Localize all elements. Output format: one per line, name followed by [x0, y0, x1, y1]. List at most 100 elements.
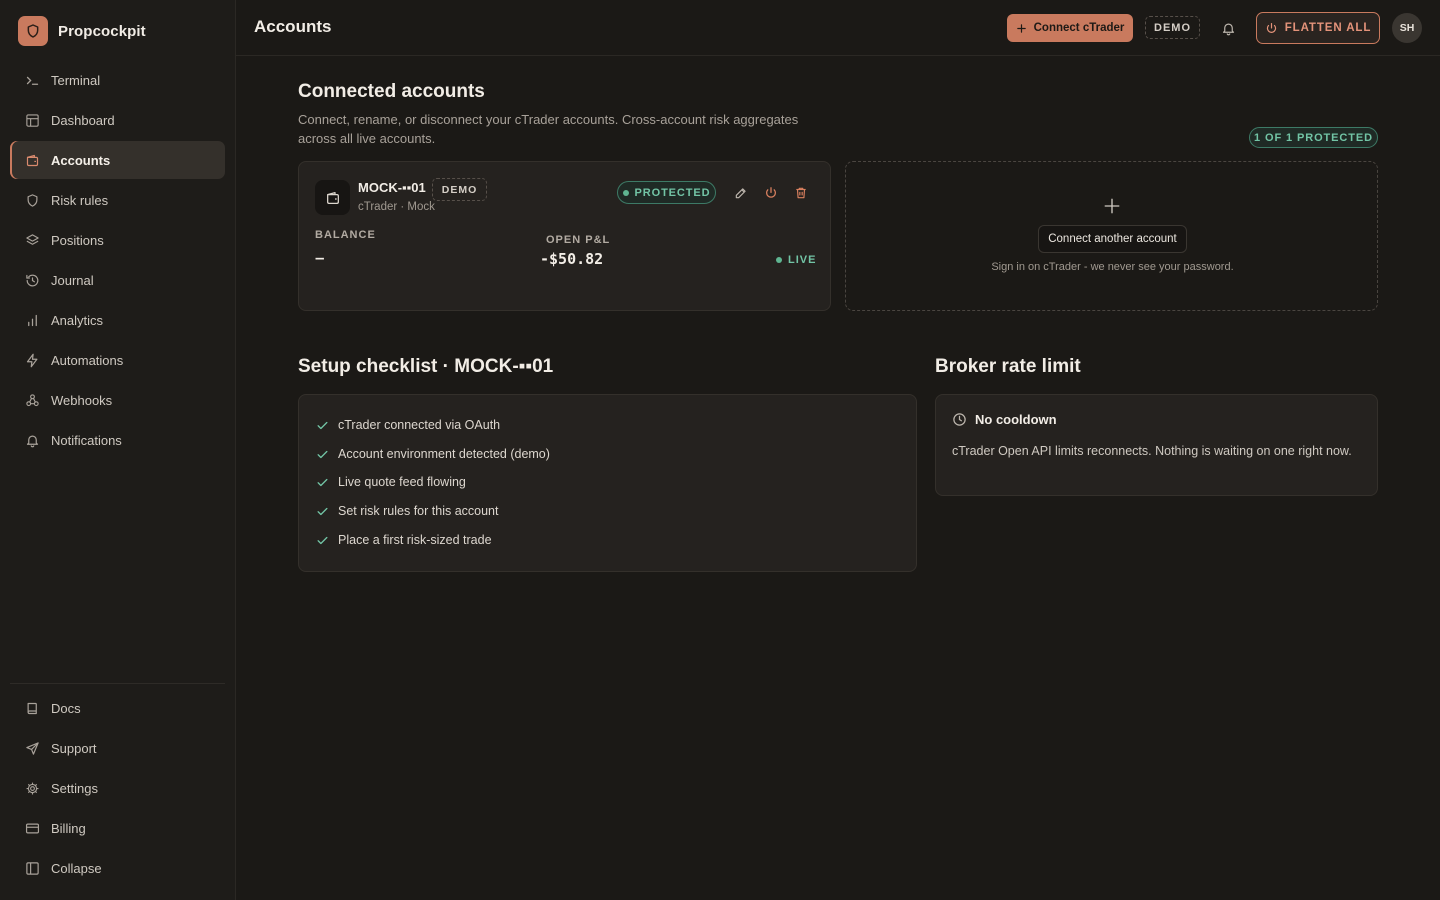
connect-ctrader-button[interactable]: Connect cTrader [1007, 14, 1133, 42]
account-card[interactable]: MOCK-▪▪01 DEMO cTrader · Mock PROTECTED … [298, 161, 831, 311]
power-icon [1266, 22, 1276, 33]
balance-value: – [315, 248, 325, 267]
sidebar-nav: Terminal Dashboard Accounts Risk rules P… [10, 61, 225, 461]
credit-card-icon [24, 820, 40, 836]
sidebar-item-label: Support [51, 740, 97, 756]
dashboard-icon [24, 112, 40, 128]
sidebar-item-label: Notifications [51, 432, 122, 448]
account-status-label: PROTECTED [634, 186, 711, 199]
setup-checklist-title: Setup checklist · MOCK-▪▪01 [298, 356, 554, 377]
sidebar-divider [10, 683, 225, 684]
connect-another-account-button[interactable]: Connect another account [1038, 225, 1187, 253]
add-account-card[interactable]: Connect another account Sign in on cTrad… [845, 161, 1378, 311]
history-icon [24, 272, 40, 288]
layers-icon [24, 232, 40, 248]
sidebar-item-settings[interactable]: Settings [10, 769, 225, 807]
sidebar-item-accounts[interactable]: Accounts [10, 141, 225, 179]
clock-icon [953, 413, 966, 426]
protected-count-badge: 1 OF 1 PROTECTED [1249, 127, 1378, 148]
checklist-item: Live quote feed flowing [316, 475, 466, 489]
sidebar-item-notifications[interactable]: Notifications [10, 421, 225, 459]
rate-limit-status: No cooldown [952, 412, 1057, 427]
live-indicator: LIVE [776, 254, 816, 266]
connected-accounts-subtitle: Connect, rename, or disconnect your cTra… [298, 112, 799, 146]
account-name: MOCK-▪▪01 [358, 180, 426, 195]
power-icon [765, 187, 777, 198]
book-icon [24, 700, 40, 716]
bell-icon [24, 432, 40, 448]
flatten-all-button[interactable]: FLATTEN ALL [1256, 12, 1380, 44]
status-dot [622, 189, 629, 196]
check-icon [317, 421, 328, 429]
checklist-item-label: Account environment detected (demo) [338, 447, 550, 461]
add-account-hint: Sign in on cTrader - we never see your p… [991, 261, 1234, 273]
sidebar-item-label: Positions [51, 232, 104, 248]
rate-limit-status-label: No cooldown [975, 412, 1057, 427]
sidebar-item-label: Collapse [51, 860, 102, 876]
notifications-bell-icon[interactable] [1218, 18, 1238, 38]
sidebar-item-label: Webhooks [51, 392, 113, 408]
delete-account-button[interactable] [791, 183, 811, 203]
plus-icon [1103, 197, 1121, 215]
brand-name: Propcockpit [58, 22, 146, 40]
brand[interactable]: Propcockpit [18, 16, 146, 46]
sidebar-item-label: Docs [51, 700, 81, 716]
top-bar: Accounts Connect cTrader DEMO FLATTEN AL… [236, 0, 1440, 56]
sidebar-item-dashboard[interactable]: Dashboard [10, 101, 225, 139]
webhook-icon [24, 392, 40, 408]
sidebar-item-collapse[interactable]: Collapse [10, 849, 225, 887]
setup-checklist-card: cTrader connected via OAuth Account envi… [298, 394, 917, 572]
sidebar-item-label: Terminal [51, 72, 101, 88]
sidebar-item-risk-rules[interactable]: Risk rules [10, 181, 225, 219]
sidebar-item-webhooks[interactable]: Webhooks [10, 381, 225, 419]
open-pnl-label: OPEN P&L [546, 234, 611, 246]
check-icon [317, 450, 328, 458]
checklist-item: cTrader connected via OAuth [316, 418, 500, 432]
account-status-badge: PROTECTED [617, 181, 716, 204]
rate-limit-card: No cooldown cTrader Open API limits reco… [935, 394, 1378, 496]
sidebar-item-label: Dashboard [51, 112, 115, 128]
account-meta: cTrader · Mock [358, 201, 435, 213]
user-avatar[interactable]: SH [1392, 13, 1422, 43]
open-pnl-value: -$50.82 [540, 250, 604, 268]
sidebar-bottom-nav: Docs Support Settings Billing Collapse [10, 689, 225, 889]
sidebar-item-label: Journal [51, 272, 94, 288]
live-label: LIVE [788, 254, 817, 266]
check-icon [317, 507, 328, 515]
checklist-item: Account environment detected (demo) [316, 447, 550, 461]
sidebar-item-label: Accounts [51, 152, 111, 168]
wallet-icon [24, 152, 40, 168]
page-title: Accounts [254, 17, 332, 36]
live-dot [776, 257, 782, 263]
rate-limit-description: cTrader Open API limits reconnects. Noth… [952, 444, 1352, 458]
environment-badge: DEMO [1145, 16, 1200, 39]
send-icon [24, 740, 40, 756]
sidebar-item-terminal[interactable]: Terminal [10, 61, 225, 99]
sidebar-item-label: Risk rules [51, 192, 109, 208]
sidebar-item-positions[interactable]: Positions [10, 221, 225, 259]
bolt-icon [24, 352, 40, 368]
logo-shield-icon [18, 16, 48, 46]
checklist-item-label: Place a first risk-sized trade [338, 533, 492, 547]
pencil-icon [735, 188, 746, 199]
checklist-item: Set risk rules for this account [316, 504, 498, 518]
checklist-item-label: Live quote feed flowing [338, 475, 466, 489]
balance-label: BALANCE [315, 229, 376, 241]
checklist-item: Place a first risk-sized trade [316, 533, 492, 547]
sidebar-item-docs[interactable]: Docs [10, 689, 225, 727]
connected-accounts-title: Connected accounts [298, 81, 485, 102]
sidebar-item-support[interactable]: Support [10, 729, 225, 767]
check-icon [317, 536, 328, 544]
flatten-all-label: FLATTEN ALL [1284, 22, 1372, 34]
sidebar-collapse-icon [24, 860, 40, 876]
sidebar-item-journal[interactable]: Journal [10, 261, 225, 299]
account-environment-badge: DEMO [432, 178, 487, 201]
disconnect-account-button[interactable] [761, 183, 781, 203]
sidebar-item-label: Settings [51, 780, 98, 796]
sidebar-item-automations[interactable]: Automations [10, 341, 225, 379]
plus-icon [1016, 23, 1026, 33]
sidebar-item-analytics[interactable]: Analytics [10, 301, 225, 339]
sidebar-item-billing[interactable]: Billing [10, 809, 225, 847]
bar-chart-icon [24, 312, 40, 328]
rename-account-button[interactable] [731, 183, 751, 203]
